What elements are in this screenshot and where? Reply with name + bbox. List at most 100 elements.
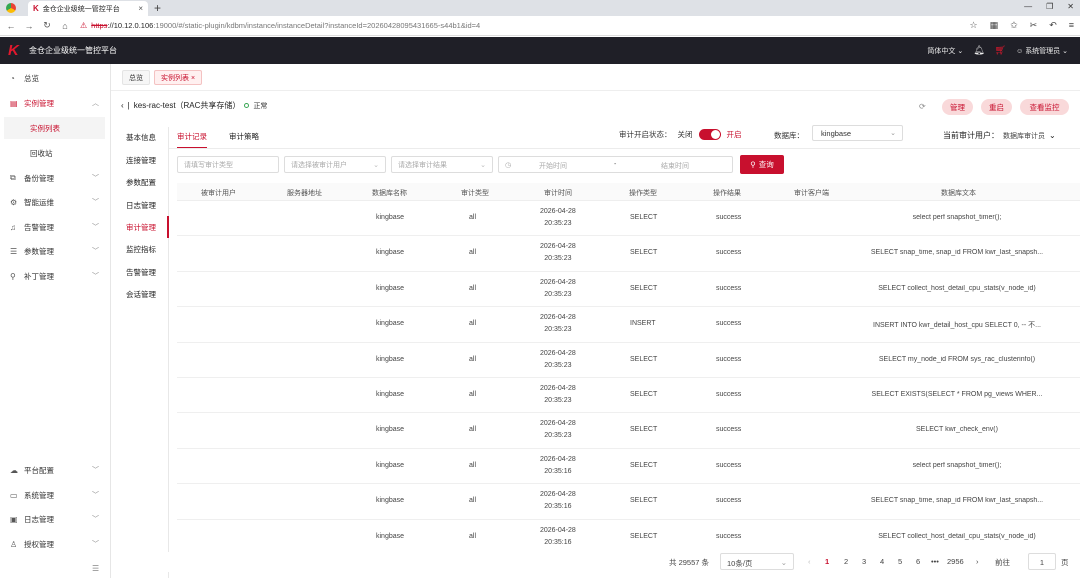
cart-icon[interactable]: 🛒︎ [995,45,1006,56]
sidebar-item-ops[interactable]: ⚙ 智能运维 ﹀ [0,190,111,214]
subnav-audit[interactable]: 审计管理 [111,216,169,238]
audit-tabs: 审计记录 审计策略 [177,131,259,149]
query-button[interactable]: ⚲ 查询 [740,155,784,174]
subnav-basic-info[interactable]: 基本信息 [111,126,169,148]
cell-op-type: SELECT [630,426,658,434]
audit-time-range[interactable]: ◷ 开始时间 - 结束时间 [498,156,733,173]
chevron-down-icon: ﹀ [92,273,99,280]
goto-label: 前往 [995,558,1010,567]
audit-toggle[interactable] [698,129,721,140]
favorites-icon[interactable]: ✩ [1010,20,1018,31]
audit-result-select[interactable]: 请选择审计结果 ⌄ [391,156,493,173]
subnav-metrics[interactable]: 监控指标 [111,238,169,260]
close-window-icon[interactable]: ✕ [1067,2,1074,11]
sidebar-item-instance[interactable]: ▤ 实例管理 ︿ [0,91,111,115]
cell-sql-text: SELECT snap_time, snap_id FROM kwr_last_… [870,497,1044,505]
cell-audit-time: 2026-04-28 20:35:23 [540,208,576,227]
kingbase-logo-icon: K [8,41,19,59]
subnav-sessions[interactable]: 会话管理 [111,283,169,305]
apps-grid-icon[interactable]: ▦ [990,20,999,31]
pager-page-2[interactable]: 2 [844,557,848,566]
new-tab-icon[interactable]: + [154,1,161,15]
pager-page-3[interactable]: 3 [862,557,866,566]
subnav-alarms[interactable]: 告警管理 [111,261,169,283]
home-icon[interactable]: ⌂ [58,21,72,31]
view-monitor-button[interactable]: 查看监控 [1020,99,1069,115]
cell-sql-text: SELECT EXISTS(SELECT * FROM pg_views WHE… [871,391,1043,398]
cell-op-type: SELECT [630,355,658,363]
chevron-down-icon: ⌄ [1049,131,1056,140]
address-bar: ← → ↻ ⌂ ⚠ https://10.12.0.106:19000/#/st… [0,16,1080,36]
sidebar-item-instance-list[interactable]: 实例列表 [4,117,105,139]
list-icon: ☰ [10,246,18,256]
tabs-divider [169,148,1080,149]
sidebar-item-recycle-bin[interactable]: 回收站 [4,142,105,164]
audit-type-input[interactable]: 请填写审计类型 [177,156,279,173]
sidebar-item-alarm[interactable]: ♫ 告警管理 ﹀ [0,215,111,239]
sidebar-item-params[interactable]: ☰ 参数管理 ﹀ [0,239,111,263]
current-audit-user[interactable]: 当前审计用户： 数据库审计员 ⌄ [943,130,1056,141]
tab-audit-policy[interactable]: 审计策略 [229,131,259,149]
database-select[interactable]: kingbase ⌄ [812,125,903,141]
restart-button[interactable]: 重启 [981,99,1012,115]
subnav-logs[interactable]: 日志管理 [111,194,169,216]
back-icon[interactable]: ← [4,21,18,31]
minimize-icon[interactable]: — [1024,2,1032,11]
manage-button[interactable]: 管理 [942,99,973,115]
sidebar-item-log[interactable]: ▣ 日志管理 ﹀ [0,507,111,531]
tab-audit-records[interactable]: 审计记录 [177,131,207,149]
cell-audit-time: 2026-04-28 20:35:23 [540,278,576,298]
page-size-select[interactable]: 10条/页 ⌄ [720,553,794,570]
audited-user-select[interactable]: 请选择被审计用户 ⌄ [284,156,386,173]
bell-icon[interactable]: 🔔︎ [973,45,984,56]
back-arrow-icon[interactable]: ‹ [121,101,124,110]
reload-icon[interactable]: ↻ [40,20,54,31]
undo-icon[interactable]: ↶ [1049,20,1057,31]
collapse-sidebar-icon[interactable]: ☰ [92,564,99,573]
chevron-up-icon: ︿ [92,100,99,107]
cell-audit-time: 2026-04-28 20:35:23 [540,243,576,263]
pager-page-6[interactable]: 6 [916,557,920,566]
user-menu[interactable]: ☺ 系统管理员 ⌄ [1016,46,1068,56]
pager-page-2956[interactable]: 2956 [947,557,964,566]
menu-icon[interactable]: ≡ [1069,20,1074,31]
cell-sql-text: SELECT collect_host_detail_cpu_stats(v_n… [878,284,1036,292]
forward-icon[interactable]: → [22,21,36,31]
sidebar-item-platform[interactable]: ☁ 平台配置 ﹀ [0,458,111,482]
sidebar-item-backup[interactable]: ⧉ 备份管理 ﹀ [0,166,111,190]
subnav-params[interactable]: 参数配置 [111,171,169,193]
pager-page-1[interactable]: 1 [825,557,829,566]
tag-instance-list[interactable]: 实例列表 × [154,70,203,85]
next-page-icon[interactable]: › [976,557,979,566]
start-time[interactable]: 开始时间 [539,161,567,171]
pager-ellipsis[interactable]: ••• [931,557,939,566]
refresh-icon[interactable]: ⟳ [919,102,926,111]
cell-audit-type: all [469,391,477,398]
cell-audit-time: 2026-04-28 20:35:16 [540,455,576,475]
browser-tab[interactable]: K 金仓企业级统一管控平台 × [28,1,148,16]
cell-op-result: success [716,461,742,469]
tag-overview[interactable]: 总览 [122,70,150,85]
url-field[interactable]: ⚠ https://10.12.0.106:19000/#/static-plu… [80,21,480,30]
table-row: kingbase all 2026-04-28 20:35:23 INSERT succe… [177,307,1080,343]
language-select[interactable]: 简体中文 ⌄ [927,46,963,56]
cell-database: kingbase [376,214,405,221]
bookmark-star-icon[interactable]: ☆ [970,20,978,31]
pager-page-5[interactable]: 5 [898,557,902,566]
goto-page-input[interactable]: 1 [1028,553,1056,570]
close-icon[interactable]: × [138,4,143,13]
restore-icon[interactable]: ❐ [1046,2,1053,11]
sidebar-item-license[interactable]: ♙ 授权管理 ﹀ [0,532,111,556]
cell-database: kingbase [376,497,405,505]
prev-page-icon[interactable]: ‹ [808,557,811,566]
sidebar-item-patch[interactable]: ⚲ 补丁管理 ﹀ [0,264,111,288]
cell-sql-text: SELECT snap_time, snap_id FROM kwr_last_… [870,249,1044,257]
sidebar-item-overview[interactable]: ◔ 总览 [0,66,111,90]
pager-page-4[interactable]: 4 [880,557,884,566]
cell-op-result: success [716,355,742,363]
sidebar-item-system[interactable]: ▭ 系统管理 ﹀ [0,483,111,507]
tools-icon[interactable]: ✂ [1030,20,1038,31]
end-time[interactable]: 结束时间 [661,161,689,171]
cell-audit-type: all [469,532,477,540]
subnav-connections[interactable]: 连接管理 [111,149,169,171]
